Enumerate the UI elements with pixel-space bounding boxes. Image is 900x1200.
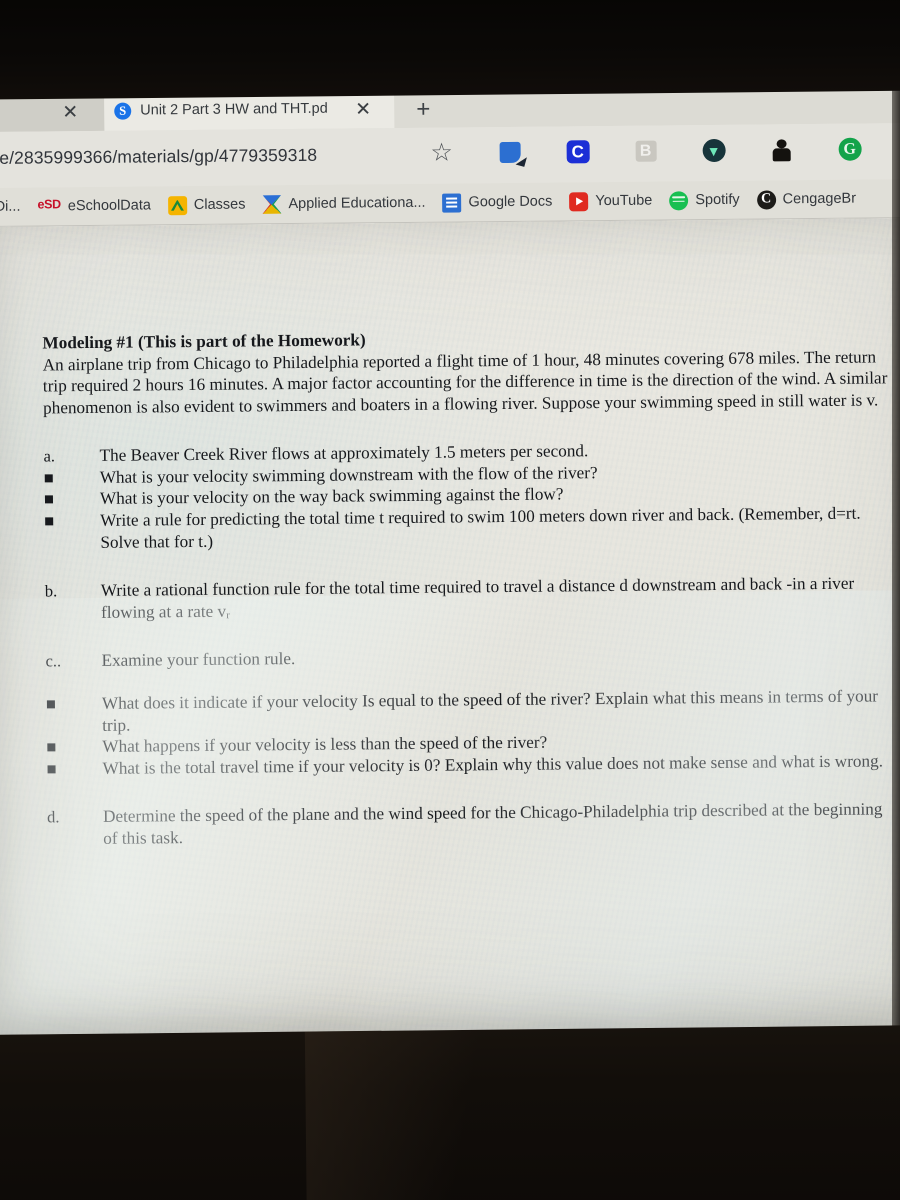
item-marker: b. — [44, 581, 58, 601]
grammarly-glyph: G — [838, 137, 862, 161]
item-text: Determine the speed of the plane and the… — [102, 799, 883, 848]
section-a: a. The Beaver Creek River flows at appro… — [43, 438, 896, 554]
tab-title: Unit 2 Part 3 HW and THT.pd — [140, 100, 328, 119]
docs-glyph — [499, 141, 521, 164]
bookmark-item-spotify[interactable]: Spotify — [669, 190, 740, 210]
star-glyph: ☆ — [430, 138, 453, 167]
bookmark-label: Spotify — [695, 191, 740, 209]
square-bullet-icon — [44, 488, 100, 510]
schoology-favicon: S — [114, 102, 132, 120]
bitmoji-glyph: B — [635, 140, 657, 162]
bookmark-item-youtube[interactable]: YouTube — [569, 191, 652, 211]
item-text: Write a rational function rule for the t… — [100, 573, 855, 622]
bookmark-label: YouTube — [595, 192, 653, 210]
spotify-icon — [669, 190, 689, 210]
square-bullet-icon — [46, 736, 102, 758]
list-item: d. Determine the speed of the plane and … — [47, 799, 899, 850]
clever-glyph: C — [566, 140, 590, 164]
address-bar-url[interactable]: urse/2835999366/materials/gp/4779359318 — [0, 145, 317, 169]
item-marker: a. — [43, 446, 56, 466]
square-bullet-icon — [44, 467, 100, 489]
bookmark-item-eschooldata[interactable]: eSD eSchoolData — [37, 196, 151, 216]
clever-extension-icon[interactable]: C — [565, 138, 591, 164]
tab-close-button-unit2[interactable]: ✕ — [355, 99, 371, 120]
cengage-icon: C — [756, 189, 776, 210]
omnibox-icon-group: ☆ C B ▼ G — [429, 136, 863, 167]
classes-icon — [167, 195, 187, 215]
item-marker: d. — [46, 807, 60, 827]
google-docs-icon — [442, 192, 462, 213]
bookmark-label: CengageBr — [782, 190, 857, 208]
section-d: d. Determine the speed of the plane and … — [47, 799, 899, 850]
square-bullet-icon — [46, 693, 102, 737]
google-docs-offline-icon[interactable] — [497, 139, 523, 165]
tab-close-button-calculator[interactable]: ✕ — [62, 102, 78, 123]
bookmark-label: Applied Educationa... — [288, 194, 426, 213]
youtube-icon — [569, 191, 589, 211]
omnibox-row: urse/2835999366/materials/gp/4779359318 … — [0, 123, 900, 188]
laptop-screen: alculator ✕ S Unit 2 Part 3 HW and THT.p… — [0, 77, 900, 1035]
list-item: b. Write a rational function rule for th… — [45, 573, 897, 624]
document-content: Modeling #1 (This is part of the Homewor… — [42, 324, 899, 850]
new-tab-button[interactable]: + — [416, 96, 430, 123]
square-bullet-icon — [44, 510, 100, 554]
person-glyph — [771, 139, 793, 161]
esd-icon: eSD — [37, 196, 61, 211]
bookmark-label: E | Di... — [0, 198, 21, 215]
bookmark-item-cengage[interactable]: C CengageBr — [756, 189, 857, 210]
item-text: What does it indicate if your velocity I… — [101, 686, 879, 735]
bookmark-star-icon[interactable]: ☆ — [429, 138, 455, 167]
bookmark-item-classes[interactable]: Classes — [167, 195, 246, 215]
bookmark-item-google-docs[interactable]: Google Docs — [442, 192, 553, 213]
bookmark-label: eSchoolData — [67, 197, 151, 215]
screenshot-root: alculator ✕ S Unit 2 Part 3 HW and THT.p… — [0, 0, 900, 1200]
photo-dark-border-right — [892, 60, 900, 1060]
applied-educational-icon — [262, 195, 281, 214]
bookmark-item-di[interactable]: E | Di... — [0, 199, 21, 215]
video-extension-icon[interactable]: ▼ — [701, 137, 727, 163]
section-b: b. Write a rational function rule for th… — [45, 573, 897, 624]
item-text: Write a rule for predicting the total ti… — [100, 503, 861, 552]
document-intro-paragraph: An airplane trip from Chicago to Philade… — [42, 346, 888, 418]
profile-person-icon[interactable] — [769, 136, 795, 162]
bookmark-item-applied-educational[interactable]: Applied Educationa... — [262, 193, 425, 214]
bitmoji-extension-icon[interactable]: B — [633, 138, 659, 164]
bookmark-label: Google Docs — [468, 193, 553, 211]
photo-dark-border-top — [0, 0, 900, 100]
item-marker: c.. — [45, 651, 62, 671]
section-c: c.. Examine your function rule. What doe… — [45, 643, 898, 780]
bookmark-label: Classes — [193, 196, 246, 213]
grammarly-extension-icon[interactable]: G — [837, 136, 863, 162]
video-glyph: ▼ — [702, 138, 726, 163]
square-bullet-icon — [46, 758, 102, 780]
pdf-viewer-viewport[interactable]: Modeling #1 (This is part of the Homewor… — [0, 218, 900, 1035]
list-item: Write a rule for predicting the total ti… — [44, 502, 896, 553]
photo-dark-border-bottom — [0, 1024, 900, 1200]
